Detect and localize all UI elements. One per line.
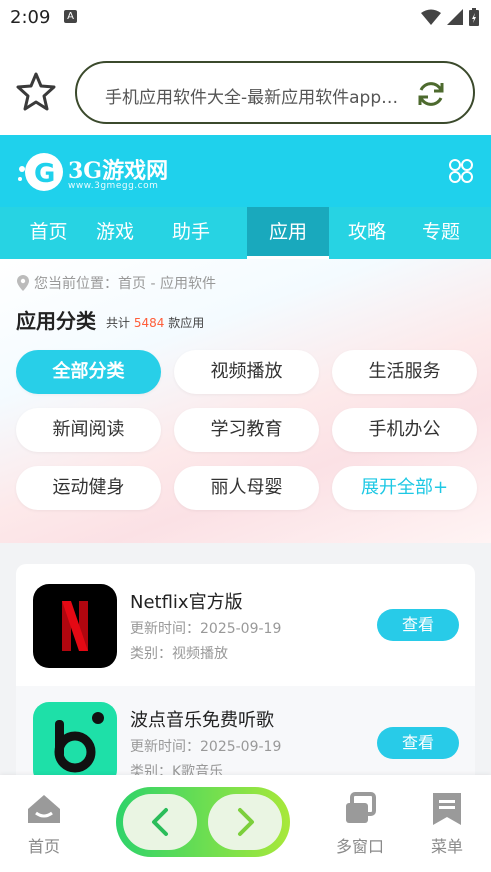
app-category: 类别：视频播放 <box>130 646 228 662</box>
count-number: 5484 <box>133 316 165 330</box>
signal-icon <box>447 9 463 25</box>
chip-sports[interactable]: 运动健身 <box>16 466 161 510</box>
navigation-pill <box>116 787 290 857</box>
chip-beauty-baby[interactable]: 丽人母婴 <box>174 466 319 510</box>
bottom-home-label: 首页 <box>27 837 60 856</box>
forward-button[interactable] <box>208 794 282 850</box>
location-pin-icon <box>17 275 29 291</box>
back-button[interactable] <box>123 794 197 850</box>
nav-tab-topics[interactable]: 专题 <box>405 207 477 259</box>
chevron-right-icon <box>238 808 254 836</box>
nav-tab-games[interactable]: 游戏 <box>77 207 153 259</box>
nav-tab-helper[interactable]: 助手 <box>153 207 229 259</box>
count-suffix: 款应用 <box>168 316 205 330</box>
nav-tab-guides[interactable]: 攻略 <box>329 207 405 259</box>
chip-all[interactable]: 全部分类 <box>16 350 161 394</box>
url-text[interactable]: 手机应用软件大全-最新应用软件app下载 <box>105 83 405 108</box>
chip-education[interactable]: 学习教育 <box>174 408 319 452</box>
logo-subtext: www.3gmegg.com <box>68 181 159 191</box>
category-title-row: 应用分类 共计 5484 款应用 <box>16 305 204 334</box>
site-header: G 3G游戏网 www.3gmegg.com <box>0 135 491 207</box>
app-list-item[interactable]: 波点音乐免费听歌 更新时间：2025-09-19 类别：K歌音乐 查看 <box>16 686 475 786</box>
refresh-icon[interactable] <box>415 78 447 110</box>
category-title: 应用分类 <box>16 305 116 334</box>
notification-icon: A <box>64 10 77 23</box>
bookmark-star-icon[interactable] <box>14 70 58 114</box>
app-update-time: 更新时间：2025-09-19 <box>130 739 282 755</box>
status-time: 2:09 <box>10 7 51 28</box>
breadcrumb-text: 您当前位置：首页 - 应用软件 <box>34 276 216 292</box>
browser-bottom-bar: 首页 多窗口 菜单 <box>0 775 491 872</box>
chip-office[interactable]: 手机办公 <box>332 408 477 452</box>
bottom-menu-label: 菜单 <box>430 837 463 856</box>
battery-icon <box>469 8 479 26</box>
chip-video[interactable]: 视频播放 <box>174 350 319 394</box>
status-bar: 2:09 A <box>0 0 491 34</box>
category-count: 共计 5484 款应用 <box>106 314 204 334</box>
status-icons <box>421 8 479 26</box>
view-button[interactable]: 查看 <box>377 727 459 759</box>
url-bar[interactable]: 手机应用软件大全-最新应用软件app下载 <box>75 61 475 124</box>
bottom-menu-button[interactable]: 菜单 <box>417 791 477 857</box>
nav-tab-home[interactable]: 首页 <box>20 207 77 259</box>
bodian-music-app-icon <box>33 702 117 786</box>
home-icon <box>28 795 60 823</box>
bottom-home-button[interactable]: 首页 <box>14 791 74 857</box>
logo-g-icon: G <box>18 153 63 191</box>
nav-tab-apps[interactable]: 应用 <box>247 207 329 259</box>
wifi-icon <box>421 9 441 25</box>
app-name[interactable]: Netflix官方版 <box>130 588 243 614</box>
bottom-windows-button[interactable]: 多窗口 <box>330 791 390 857</box>
grid-menu-icon[interactable] <box>447 157 475 185</box>
category-section: 您当前位置：首页 - 应用软件 应用分类 共计 5484 款应用 全部分类 视频… <box>0 259 491 543</box>
chip-news[interactable]: 新闻阅读 <box>16 408 161 452</box>
bookmark-menu-icon <box>433 793 461 825</box>
multi-window-icon <box>346 792 376 823</box>
browser-toolbar: 手机应用软件大全-最新应用软件app下载 <box>0 34 491 132</box>
site-logo[interactable]: G 3G游戏网 www.3gmegg.com <box>16 149 176 195</box>
app-list-item[interactable]: Netflix官方版 更新时间：2025-09-19 类别：视频播放 查看 <box>16 564 475 686</box>
main-nav: 首页 游戏 助手 应用 攻略 专题 <box>0 207 491 259</box>
chip-expand-all[interactable]: 展开全部+ <box>332 466 477 510</box>
chip-life[interactable]: 生活服务 <box>332 350 477 394</box>
bottom-windows-label: 多窗口 <box>335 837 384 856</box>
app-update-time: 更新时间：2025-09-19 <box>130 621 282 637</box>
netflix-app-icon <box>33 584 117 668</box>
count-prefix: 共计 <box>106 316 131 330</box>
svg-text:G: G <box>34 159 55 189</box>
breadcrumb: 您当前位置：首页 - 应用软件 <box>16 273 216 293</box>
chevron-left-icon <box>152 808 168 836</box>
view-button[interactable]: 查看 <box>377 609 459 641</box>
category-chips: 全部分类 视频播放 生活服务 新闻阅读 学习教育 手机办公 运动健身 丽人母婴 … <box>16 350 477 510</box>
app-name[interactable]: 波点音乐免费听歌 <box>130 706 274 732</box>
